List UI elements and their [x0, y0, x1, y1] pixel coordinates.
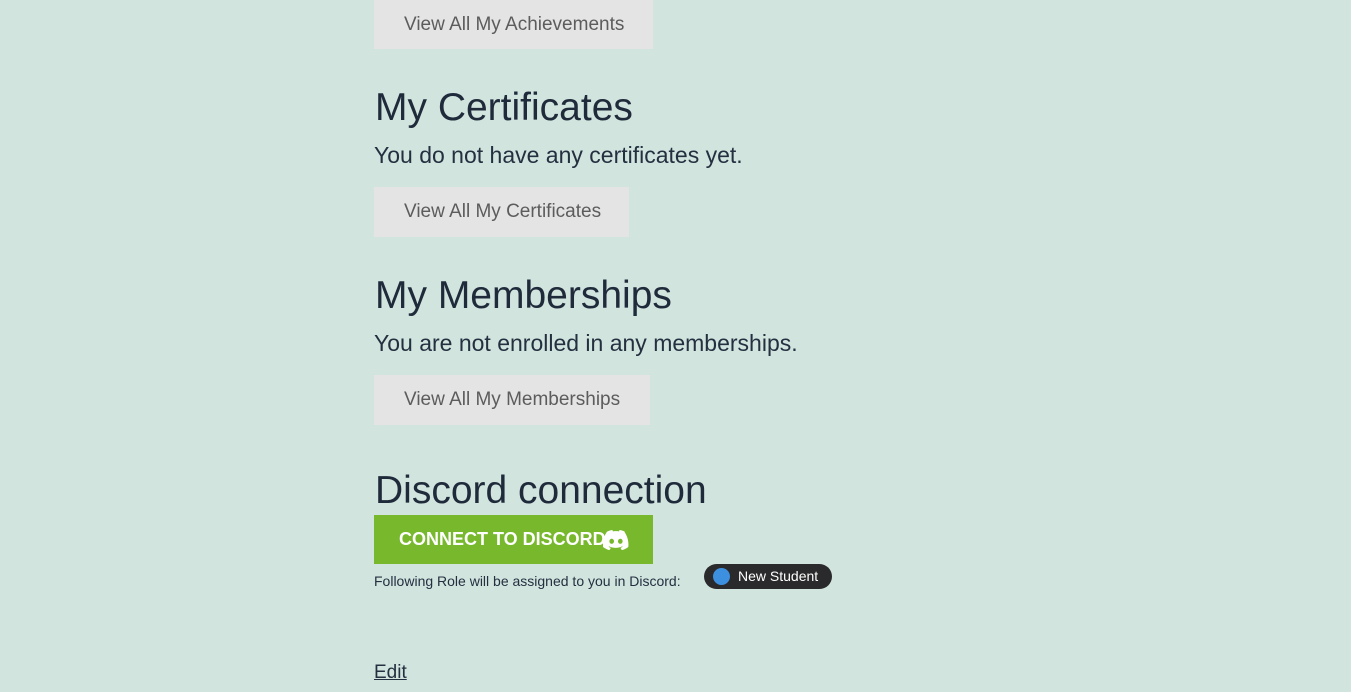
- certificates-heading: My Certificates: [375, 86, 633, 129]
- role-name: New Student: [738, 568, 819, 584]
- discord-icon: [603, 530, 629, 550]
- connect-to-discord-label: CONNECT TO DISCORD: [399, 529, 606, 549]
- edit-link[interactable]: Edit: [374, 660, 407, 686]
- memberships-empty-note: You are not enrolled in any memberships.: [374, 330, 798, 356]
- view-all-achievements-button[interactable]: View All My Achievements: [374, 0, 653, 49]
- discord-connection-heading: Discord connection: [375, 469, 707, 512]
- view-all-memberships-button[interactable]: View All My Memberships: [374, 375, 650, 425]
- connect-to-discord-button[interactable]: CONNECT TO DISCORD: [374, 515, 653, 564]
- view-all-certificates-button[interactable]: View All My Certificates: [374, 187, 629, 237]
- certificates-empty-note: You do not have any certificates yet.: [374, 142, 743, 168]
- discord-role-badge: New Student: [704, 564, 832, 589]
- memberships-heading: My Memberships: [375, 274, 672, 317]
- role-color-dot: [713, 568, 730, 585]
- discord-role-note: Following Role will be assigned to you i…: [374, 573, 681, 589]
